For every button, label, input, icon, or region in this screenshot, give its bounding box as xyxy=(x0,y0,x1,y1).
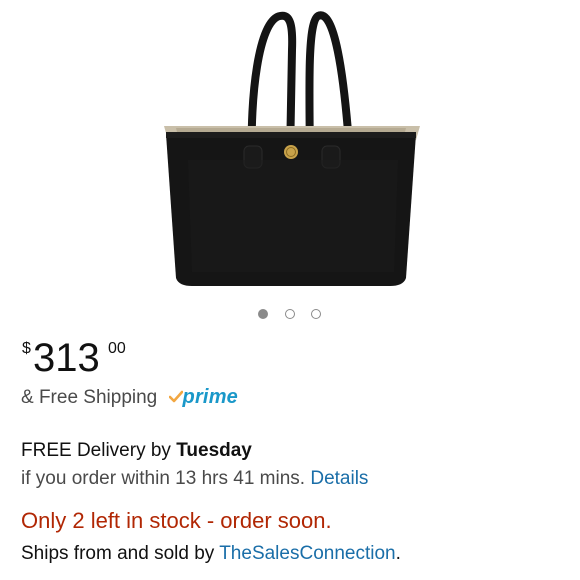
details-link[interactable]: Details xyxy=(310,468,368,489)
stock-warning: Only 2 left in stock - order soon. xyxy=(21,508,332,533)
seller-suffix: . xyxy=(395,543,401,564)
tote-bag-image xyxy=(164,11,420,286)
ships-from-prefix: Ships from and sold by xyxy=(21,543,220,564)
product-image[interactable] xyxy=(158,10,424,290)
price-cents: 00 xyxy=(108,340,126,357)
price-currency: $ xyxy=(22,340,31,357)
image-carousel-dots xyxy=(0,309,580,323)
order-cutoff: if you order within 13 hrs 41 mins. Deta… xyxy=(21,468,368,490)
order-within-text: if you order within 13 hrs 41 mins. xyxy=(21,468,306,489)
delivery-prefix: FREE Delivery by xyxy=(21,440,177,461)
carousel-dot-3[interactable] xyxy=(311,309,321,319)
prime-check-icon xyxy=(168,390,183,403)
seller-info: Ships from and sold by TheSalesConnectio… xyxy=(21,543,401,565)
shipping-info: & Free Shipping prime xyxy=(21,386,238,409)
prime-badge: prime xyxy=(168,386,238,409)
price-whole: 313 xyxy=(33,336,100,380)
delivery-date: FREE Delivery by Tuesday xyxy=(21,440,252,462)
carousel-dot-2[interactable] xyxy=(285,309,295,319)
delivery-day: Tuesday xyxy=(176,440,252,461)
seller-link[interactable]: TheSalesConnection xyxy=(219,543,395,564)
free-shipping-text: & Free Shipping xyxy=(21,387,158,408)
carousel-dot-1[interactable] xyxy=(258,309,268,319)
prime-logo-text: prime xyxy=(182,386,238,408)
